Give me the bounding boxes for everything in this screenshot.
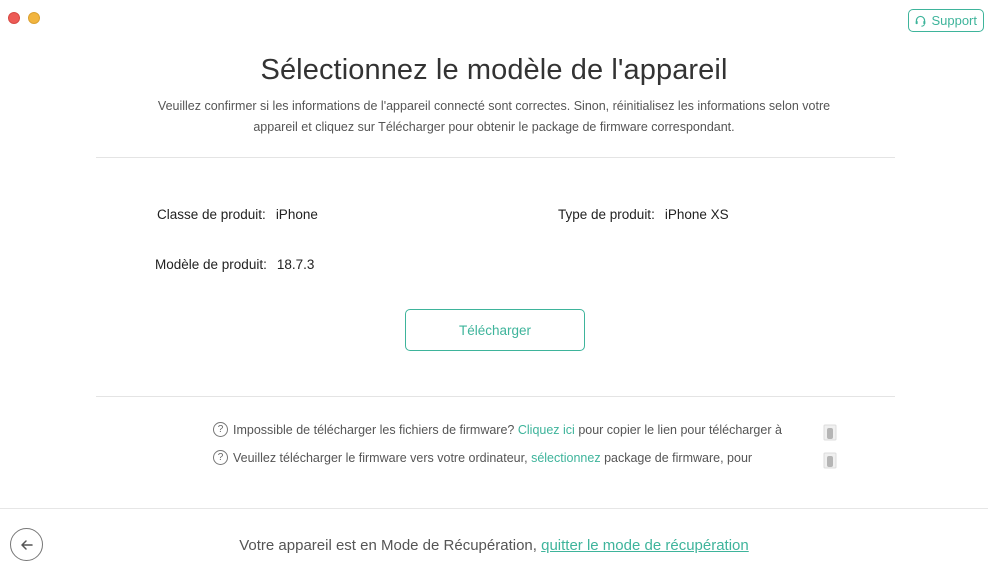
subtitle-line-1: Veuillez confirmer si les informations d… <box>157 99 831 113</box>
headset-icon <box>916 15 926 27</box>
download-button[interactable]: Télécharger <box>405 309 585 351</box>
product-model-row: Modèle de produit: 18.7.3 <box>155 257 314 272</box>
page-title: Sélectionnez le modèle de l'appareil <box>260 54 728 86</box>
window-controls <box>8 12 40 24</box>
product-model-value: 18.7.3 <box>276 257 315 272</box>
click-here-link[interactable]: Cliquez ici <box>518 423 575 437</box>
product-type-label: Type de produit: <box>558 207 655 222</box>
close-window-button[interactable] <box>8 12 20 24</box>
footer-divider <box>0 508 988 509</box>
minimize-window-button[interactable] <box>28 12 40 24</box>
product-class-label: Classe de produit: <box>157 207 266 222</box>
copy-icon[interactable] <box>823 424 837 441</box>
recovery-mode-text: Votre appareil est en Mode de Récupérati… <box>239 537 537 554</box>
recovery-mode-notice: Votre appareil est en Mode de Récupérati… <box>0 537 988 554</box>
question-icon: ? <box>213 450 228 465</box>
product-type-value: iPhone XS <box>664 207 729 222</box>
help-line-2-text: Veuillez télécharger le firmware vers vo… <box>233 450 528 465</box>
middle-divider <box>96 396 895 397</box>
product-model-label: Modèle de produit: <box>155 257 267 272</box>
product-type-row: Type de produit: iPhone XS <box>558 207 729 222</box>
page-subtitle: Veuillez confirmer si les informations d… <box>134 96 854 138</box>
select-link[interactable]: sélectionnez <box>531 451 601 465</box>
help-line-1-text: Impossible de télécharger les fichiers d… <box>233 422 515 437</box>
copy-icon[interactable] <box>823 452 837 469</box>
product-class-value: iPhone <box>275 207 318 222</box>
support-button[interactable]: Support <box>908 9 984 32</box>
product-class-row: Classe de produit: iPhone <box>157 207 318 222</box>
support-label: Support <box>931 13 977 28</box>
help-line-2-suffix: package de firmware, pour <box>604 450 753 465</box>
subtitle-line-2: appareil et cliquez sur Télécharger pour… <box>253 120 735 134</box>
exit-recovery-mode-link[interactable]: quitter le mode de récupération <box>541 537 749 554</box>
help-line-1-suffix: pour copier le lien pour télécharger à <box>578 422 782 437</box>
help-line-copy-link: ? Impossible de télécharger les fichiers… <box>213 422 782 437</box>
top-divider <box>96 157 895 158</box>
question-icon: ? <box>213 422 228 437</box>
help-line-select-package: ? Veuillez télécharger le firmware vers … <box>213 450 752 465</box>
